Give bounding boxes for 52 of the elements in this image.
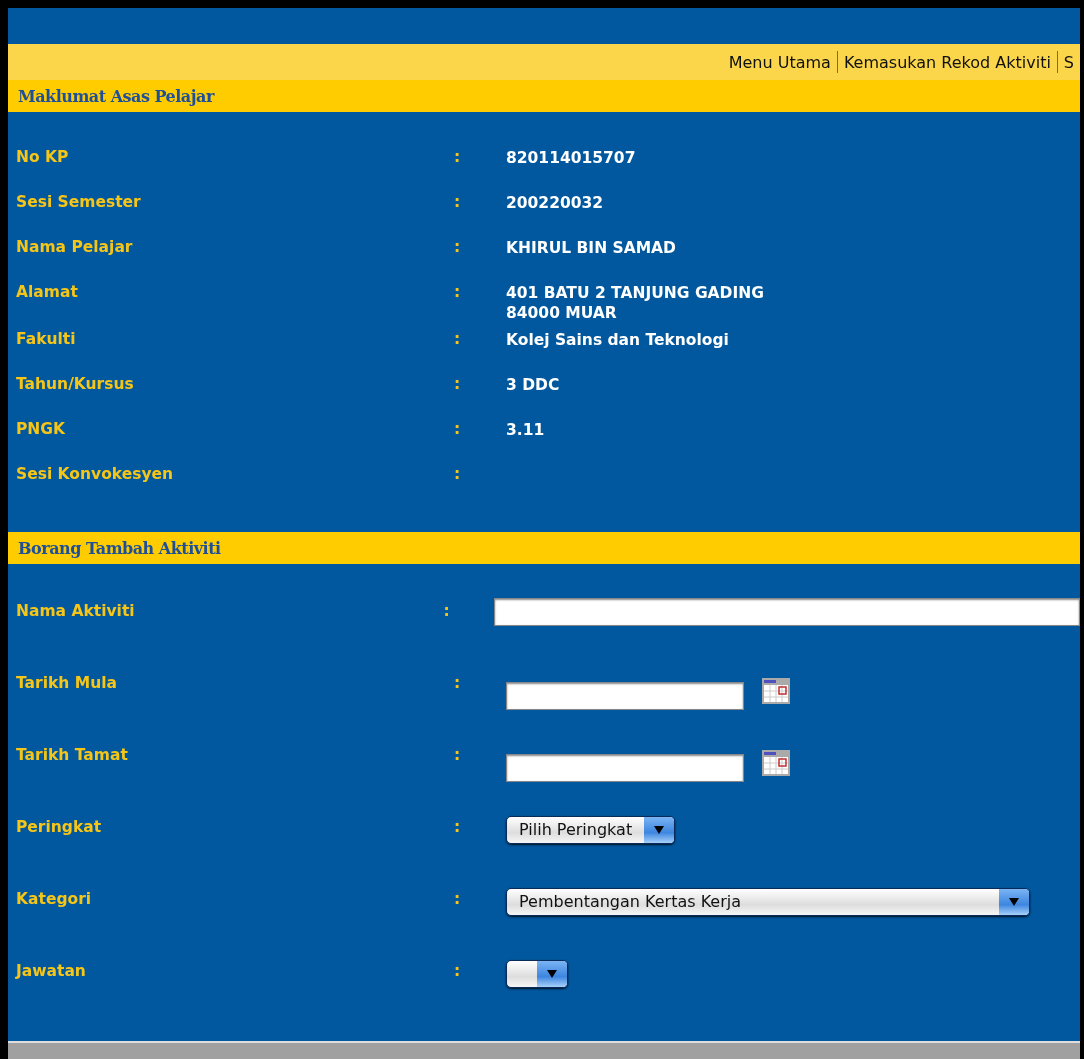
colon: :: [454, 330, 462, 348]
colon: :: [443, 601, 451, 620]
field-label: Sesi Semester: [16, 193, 142, 211]
field-value: 3.11: [506, 420, 545, 440]
select-dropdown[interactable]: [506, 960, 568, 988]
colon: :: [454, 673, 462, 692]
field-label: Jawatan: [16, 961, 87, 980]
text-input[interactable]: [494, 598, 1080, 626]
calendar-icon[interactable]: [762, 678, 790, 704]
colon: :: [454, 238, 462, 256]
select-dropdown[interactable]: Pembentangan Kertas Kerja: [506, 888, 1030, 916]
nav-link[interactable]: Kemasukan Rekod Aktiviti: [837, 52, 1057, 72]
field-label: Kategori: [16, 889, 93, 908]
field-label: Sesi Konvokesyen: [16, 465, 175, 483]
nav-link[interactable]: S: [1057, 52, 1080, 72]
caret-icon: [1009, 898, 1019, 906]
field-value: 84000 MUAR: [506, 303, 618, 323]
colon: :: [454, 283, 462, 301]
field-value: 820114015707: [506, 148, 636, 168]
nav-link[interactable]: Menu Utama: [722, 52, 837, 72]
field-label: Tarikh Mula: [16, 673, 118, 692]
field-value: Kolej Sains dan Teknologi: [506, 330, 729, 350]
field-label: Fakulti: [16, 330, 77, 348]
colon: :: [454, 375, 462, 393]
field-value: 401 BATU 2 TANJUNG GADING: [506, 283, 764, 303]
caret-icon: [547, 970, 557, 978]
field-value: 3 DDC: [506, 375, 560, 395]
date-input[interactable]: [506, 754, 744, 782]
field-label: Nama Pelajar: [16, 238, 134, 256]
section-header: Maklumat Asas Pelajar: [8, 80, 1080, 112]
colon: :: [454, 193, 462, 211]
field-value: 200220032: [506, 193, 604, 213]
field-label: Alamat: [16, 283, 79, 301]
field-label: Tarikh Tamat: [16, 745, 129, 764]
section-header: Borang Tambah Aktiviti: [8, 532, 1080, 564]
field-label: No KP: [16, 148, 70, 166]
colon: :: [454, 745, 462, 764]
field-label: Tahun/Kursus: [16, 375, 135, 393]
date-input[interactable]: [506, 682, 744, 710]
caret-icon: [654, 826, 665, 834]
field-value: KHIRUL BIN SAMAD: [506, 238, 676, 258]
field-label: Nama Aktiviti: [16, 601, 136, 620]
colon: :: [454, 465, 462, 483]
select-dropdown[interactable]: Pilih Peringkat: [506, 816, 676, 844]
colon: :: [454, 420, 462, 438]
colon: :: [454, 889, 462, 908]
colon: :: [454, 961, 462, 980]
field-label: PNGK: [16, 420, 67, 438]
calendar-icon[interactable]: [762, 750, 790, 776]
field-label: Peringkat: [16, 817, 103, 836]
colon: :: [454, 148, 462, 166]
colon: :: [454, 817, 462, 836]
